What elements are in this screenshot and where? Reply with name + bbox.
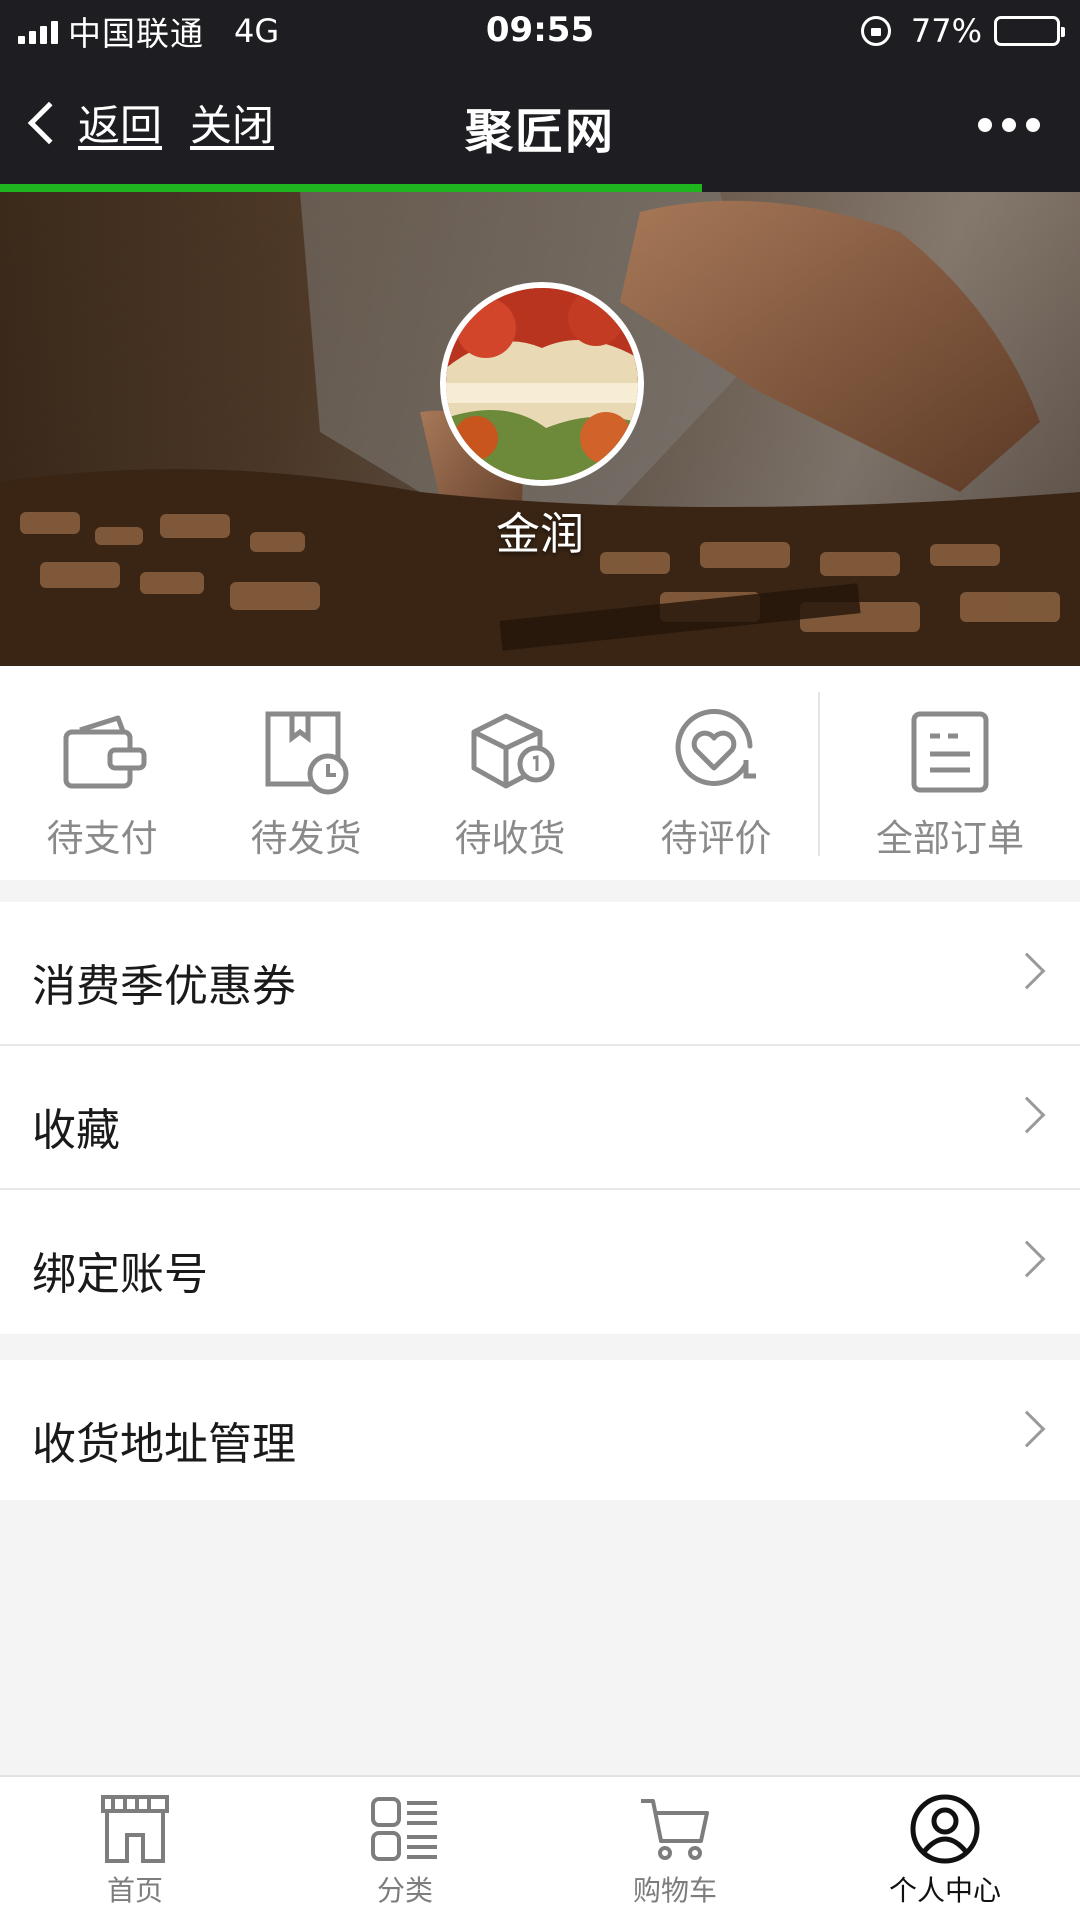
menu-item-address[interactable]: 收货地址管理 (0, 1360, 1080, 1500)
tab-label: 首页 (106, 1874, 163, 1907)
order-pending-shipment[interactable]: 待发货 (206, 702, 406, 862)
menu-group-address: 收货地址管理 (0, 1360, 1080, 1500)
box-receive-icon (471, 713, 555, 789)
tab-cart[interactable]: 购物车 (540, 1791, 810, 1909)
order-all[interactable]: 全部订单 (850, 702, 1050, 862)
chevron-right-icon (1008, 1410, 1046, 1448)
menu-label: 绑定账号 (32, 1249, 208, 1300)
menu-label: 消费季优惠券 (32, 961, 296, 1012)
battery-percent: 77% (910, 12, 982, 50)
menu-group-account: 消费季优惠券 收藏 绑定账号 (0, 902, 1080, 1334)
order-status-row: 待支付 待发货 待收货 待评价 全部订单 (0, 666, 1080, 880)
user-icon (910, 1794, 980, 1864)
menu-item-bind-account[interactable]: 绑定账号 (0, 1190, 1080, 1334)
battery-icon (994, 16, 1065, 46)
tab-home[interactable]: 首页 (0, 1791, 270, 1909)
status-bar: 中国联通 4G 09:55 77% (0, 0, 1080, 62)
tab-label: 购物车 (632, 1874, 717, 1907)
order-pending-review[interactable]: 待评价 (616, 702, 816, 862)
storefront-icon (101, 1795, 169, 1863)
chevron-right-icon (1008, 1096, 1046, 1134)
menu-label: 收藏 (32, 1105, 120, 1156)
chevron-right-icon (1008, 1240, 1046, 1278)
tab-profile[interactable]: 个人中心 (810, 1791, 1080, 1909)
order-pending-receipt[interactable]: 待收货 (410, 702, 610, 862)
avatar-image (446, 288, 638, 480)
chevron-right-icon (1008, 952, 1046, 990)
tab-label: 个人中心 (888, 1874, 1001, 1907)
page-title: 聚匠网 (464, 104, 615, 160)
status-right: 77% (860, 8, 1065, 54)
avatar[interactable] (440, 282, 644, 486)
tab-category[interactable]: 分类 (270, 1791, 540, 1909)
menu-item-favorites[interactable]: 收藏 (0, 1046, 1080, 1190)
wallet-icon (63, 715, 147, 789)
cart-icon (641, 1799, 709, 1860)
order-list-icon (911, 711, 989, 793)
heart-review-icon (675, 708, 756, 786)
username: 金润 (496, 509, 584, 560)
category-list-icon (371, 1797, 437, 1861)
order-label: 待评价 (660, 817, 772, 860)
menu-label: 收货地址管理 (32, 1419, 296, 1470)
bottom-tab-bar: 首页 分类 购物车 个人中心 (0, 1775, 1080, 1921)
order-label: 待发货 (250, 817, 362, 860)
order-label: 全部订单 (876, 817, 1024, 860)
orders-divider (818, 692, 820, 856)
page-load-progress (0, 184, 1080, 192)
progress-fill (0, 184, 702, 192)
order-label: 待支付 (46, 817, 158, 860)
tab-label: 分类 (376, 1874, 433, 1907)
package-clock-icon (265, 711, 349, 795)
order-label: 待收货 (454, 817, 566, 860)
menu-item-coupons[interactable]: 消费季优惠券 (0, 902, 1080, 1046)
profile-banner: 金润 (0, 192, 1080, 666)
nav-bar: 返回 关闭 聚匠网 (0, 62, 1080, 184)
order-pending-payment[interactable]: 待支付 (2, 702, 202, 862)
rotation-lock-icon (860, 16, 891, 46)
more-dots-icon[interactable] (978, 118, 1040, 132)
